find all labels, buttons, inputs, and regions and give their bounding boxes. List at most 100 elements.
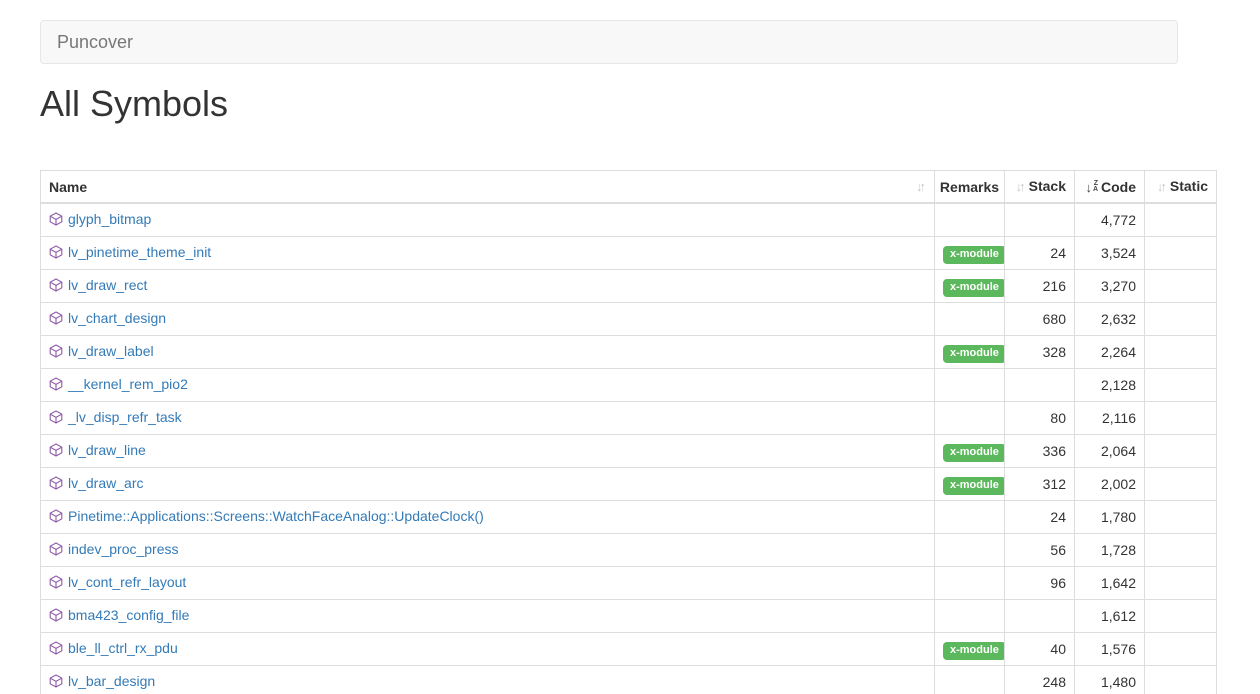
stack-cell — [1005, 600, 1075, 633]
static-cell — [1145, 567, 1217, 600]
code-cell: 1,780 — [1075, 501, 1145, 534]
remark-badge: x-module — [943, 444, 1005, 462]
stack-cell: 24 — [1005, 237, 1075, 270]
page-title: All Symbols — [40, 84, 1260, 124]
symbol-name-cell: lv_draw_rect — [41, 270, 935, 303]
table-row: Pinetime::Applications::Screens::WatchFa… — [41, 501, 1217, 534]
symbol-name-cell: bma423_config_file — [41, 600, 935, 633]
symbols-table: Name ↓↑ Remarks ↓↑Stack ↓ZACode ↓↑Static — [40, 170, 1217, 694]
column-label: Static — [1170, 178, 1208, 194]
symbol-name-cell: __kernel_rem_pio2 — [41, 369, 935, 402]
symbol-cube-icon — [49, 640, 63, 660]
symbol-link[interactable]: __kernel_rem_pio2 — [68, 376, 188, 392]
code-cell: 2,128 — [1075, 369, 1145, 402]
symbol-link[interactable]: lv_draw_line — [68, 442, 146, 458]
static-cell — [1145, 666, 1217, 694]
symbol-link[interactable]: ble_ll_ctrl_rx_pdu — [68, 640, 178, 656]
static-cell — [1145, 501, 1217, 534]
column-header-static[interactable]: ↓↑Static — [1145, 171, 1217, 204]
symbol-link[interactable]: lv_draw_rect — [68, 277, 147, 293]
navbar-brand[interactable]: Puncover — [57, 33, 133, 51]
static-cell — [1145, 270, 1217, 303]
symbol-cube-icon — [49, 607, 63, 627]
static-cell — [1145, 336, 1217, 369]
table-row: lv_draw_arc x-module 312 2,002 — [41, 468, 1217, 501]
symbol-name-cell: Pinetime::Applications::Screens::WatchFa… — [41, 501, 935, 534]
symbol-link[interactable]: lv_pinetime_theme_init — [68, 244, 211, 260]
code-cell: 1,612 — [1075, 600, 1145, 633]
stack-cell: 56 — [1005, 534, 1075, 567]
symbol-cube-icon — [49, 376, 63, 396]
table-row: lv_chart_design 680 2,632 — [41, 303, 1217, 336]
table-row: lv_pinetime_theme_init x-module 24 3,524 — [41, 237, 1217, 270]
symbol-cube-icon — [49, 508, 63, 528]
static-cell — [1145, 633, 1217, 666]
table-row: lv_bar_design 248 1,480 — [41, 666, 1217, 694]
table-header-row: Name ↓↑ Remarks ↓↑Stack ↓ZACode ↓↑Static — [41, 171, 1217, 204]
remarks-cell: x-module — [935, 468, 1005, 501]
symbol-link[interactable]: Pinetime::Applications::Screens::WatchFa… — [68, 508, 484, 524]
table-row: lv_draw_rect x-module 216 3,270 — [41, 270, 1217, 303]
symbol-link[interactable]: lv_draw_arc — [68, 475, 143, 491]
symbol-link[interactable]: indev_proc_press — [68, 541, 179, 557]
symbol-cube-icon — [49, 574, 63, 594]
sort-unsorted-icon: ↓↑ — [1157, 177, 1167, 197]
column-header-name[interactable]: Name ↓↑ — [41, 171, 935, 204]
remarks-cell — [935, 501, 1005, 534]
table-row: lv_cont_refr_layout 96 1,642 — [41, 567, 1217, 600]
column-label: Stack — [1029, 178, 1066, 194]
static-cell — [1145, 600, 1217, 633]
code-cell: 2,116 — [1075, 402, 1145, 435]
code-cell: 2,002 — [1075, 468, 1145, 501]
column-header-code[interactable]: ↓ZACode — [1075, 171, 1145, 204]
table-row: lv_draw_line x-module 336 2,064 — [41, 435, 1217, 468]
stack-cell: 328 — [1005, 336, 1075, 369]
static-cell — [1145, 402, 1217, 435]
stack-cell: 96 — [1005, 567, 1075, 600]
symbol-link[interactable]: _lv_disp_refr_task — [68, 409, 182, 425]
static-cell — [1145, 237, 1217, 270]
symbol-name-cell: lv_bar_design — [41, 666, 935, 694]
code-cell: 1,728 — [1075, 534, 1145, 567]
table-row: bma423_config_file 1,612 — [41, 600, 1217, 633]
code-cell: 1,480 — [1075, 666, 1145, 694]
table-row: ble_ll_ctrl_rx_pdu x-module 40 1,576 — [41, 633, 1217, 666]
symbol-name-cell: lv_pinetime_theme_init — [41, 237, 935, 270]
remarks-cell: x-module — [935, 435, 1005, 468]
remarks-cell — [935, 600, 1005, 633]
remarks-cell — [935, 534, 1005, 567]
static-cell — [1145, 369, 1217, 402]
column-header-stack[interactable]: ↓↑Stack — [1005, 171, 1075, 204]
table-row: _lv_disp_refr_task 80 2,116 — [41, 402, 1217, 435]
column-label: Remarks — [940, 179, 999, 195]
symbol-link[interactable]: glyph_bitmap — [68, 211, 151, 227]
code-cell: 2,064 — [1075, 435, 1145, 468]
static-cell — [1145, 435, 1217, 468]
remark-badge: x-module — [943, 279, 1005, 297]
stack-cell — [1005, 203, 1075, 237]
code-cell: 2,264 — [1075, 336, 1145, 369]
static-cell — [1145, 203, 1217, 237]
symbol-link[interactable]: lv_bar_design — [68, 673, 155, 689]
symbol-name-cell: lv_chart_design — [41, 303, 935, 336]
symbol-name-cell: lv_cont_refr_layout — [41, 567, 935, 600]
symbol-link[interactable]: lv_draw_label — [68, 343, 154, 359]
sort-desc-icon: ↓ZA — [1085, 181, 1098, 194]
symbols-table-wrap: Name ↓↑ Remarks ↓↑Stack ↓ZACode ↓↑Static — [40, 170, 1260, 694]
symbol-link[interactable]: lv_chart_design — [68, 310, 166, 326]
code-cell: 4,772 — [1075, 203, 1145, 237]
code-cell: 3,524 — [1075, 237, 1145, 270]
table-row: lv_draw_label x-module 328 2,264 — [41, 336, 1217, 369]
symbol-cube-icon — [49, 310, 63, 330]
column-header-remarks[interactable]: Remarks — [935, 171, 1005, 204]
stack-cell: 248 — [1005, 666, 1075, 694]
static-cell — [1145, 303, 1217, 336]
stack-cell: 216 — [1005, 270, 1075, 303]
symbol-link[interactable]: bma423_config_file — [68, 607, 189, 623]
symbol-link[interactable]: lv_cont_refr_layout — [68, 574, 186, 590]
code-cell: 2,632 — [1075, 303, 1145, 336]
remarks-cell — [935, 203, 1005, 237]
table-row: glyph_bitmap 4,772 — [41, 203, 1217, 237]
symbols-tbody: glyph_bitmap 4,772 lv_pinetime_theme_ini… — [41, 203, 1217, 694]
symbol-cube-icon — [49, 277, 63, 297]
